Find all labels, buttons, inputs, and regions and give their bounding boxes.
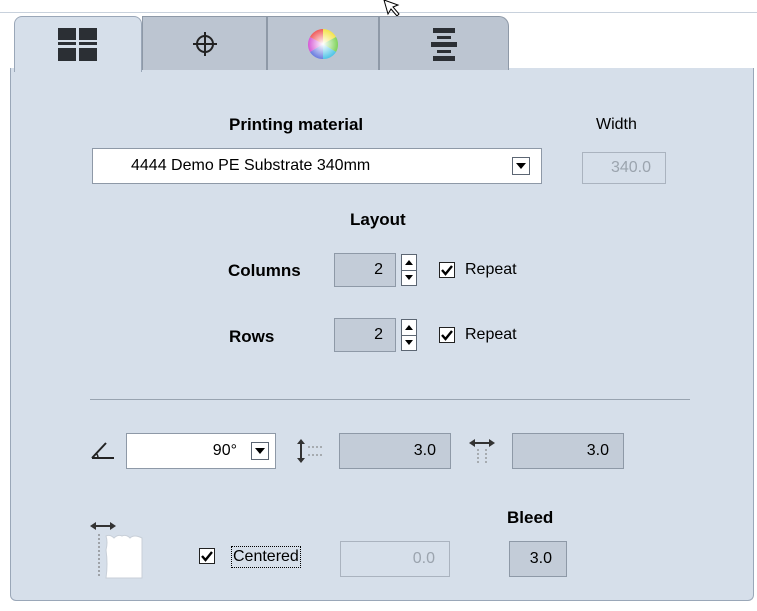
checkmark-icon [441, 265, 453, 276]
stepper-up-icon[interactable] [402, 320, 416, 335]
centered-checkbox[interactable] [199, 548, 215, 564]
stepper-down-icon[interactable] [402, 269, 416, 286]
tab-bar [14, 16, 509, 72]
width-field: 340.0 [582, 152, 666, 184]
columns-repeat-checkbox[interactable] [439, 262, 455, 278]
checkmark-icon [201, 551, 213, 562]
printing-material-dropdown[interactable]: 4444 Demo PE Substrate 340mm [92, 148, 542, 184]
bleed-centered-icon [90, 522, 143, 579]
vertical-gap-input[interactable]: 3.0 [339, 433, 451, 469]
centered-label: Centered [231, 546, 301, 568]
horizontal-gap-icon [469, 439, 495, 465]
rows-repeat-checkbox[interactable] [439, 327, 455, 343]
layout-title: Layout [350, 210, 406, 229]
tab-layout[interactable] [14, 16, 142, 72]
chevron-down-icon[interactable] [251, 442, 269, 460]
grid-layout-icon [58, 27, 97, 61]
bleed-offset-field: 0.0 [340, 541, 450, 577]
columns-label: Columns [228, 261, 301, 280]
rows-input[interactable]: 2 [334, 318, 396, 352]
color-wheel-icon [307, 28, 339, 59]
section-divider [90, 399, 690, 400]
printing-material-label: Printing material [229, 115, 364, 134]
stepper-down-icon[interactable] [402, 334, 416, 351]
columns-input[interactable]: 2 [334, 253, 396, 287]
columns-repeat-label: Repeat [465, 261, 517, 278]
vertical-gap-icon [297, 439, 324, 463]
width-label: Width [596, 116, 637, 133]
crosshair-icon [192, 31, 217, 56]
rows-stepper[interactable] [401, 319, 417, 351]
align-bars-icon [431, 27, 457, 61]
window: Printing material Width 4444 Demo PE Sub… [0, 0, 757, 611]
checkmark-icon [441, 330, 453, 341]
printing-material-value: 4444 Demo PE Substrate 340mm [131, 157, 371, 174]
angle-dropdown[interactable]: 90° [126, 433, 276, 469]
bleed-title: Bleed [507, 508, 554, 527]
horizontal-gap-input[interactable]: 3.0 [512, 433, 624, 469]
tab-marks[interactable] [142, 16, 267, 70]
top-border [0, 12, 757, 13]
chevron-down-icon[interactable] [512, 157, 530, 175]
angle-value: 90° [212, 442, 237, 459]
angle-icon [91, 442, 114, 459]
stepper-up-icon[interactable] [402, 255, 416, 270]
tab-color[interactable] [267, 16, 379, 70]
tab-alignment[interactable] [379, 16, 509, 70]
rows-repeat-label: Repeat [465, 326, 517, 343]
bleed-input[interactable]: 3.0 [509, 541, 567, 577]
rows-label: Rows [229, 327, 275, 346]
columns-stepper[interactable] [401, 254, 417, 286]
